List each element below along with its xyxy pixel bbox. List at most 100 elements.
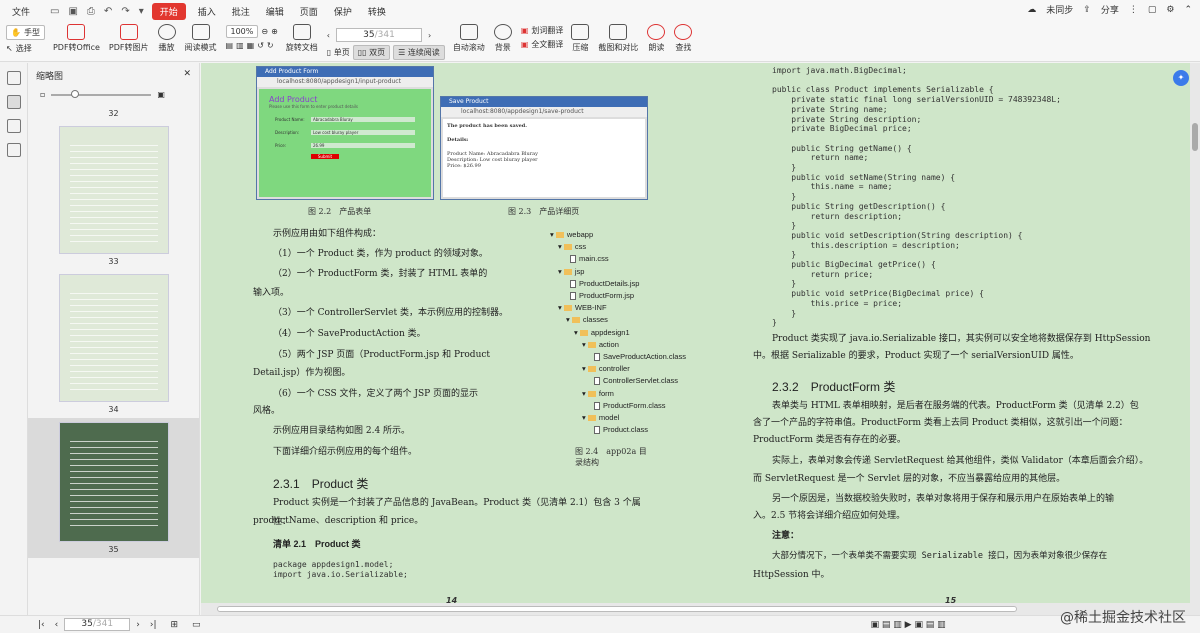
thumbnail-page-34[interactable]: 34 — [28, 270, 199, 418]
open-folder-icon[interactable]: ▭ — [50, 6, 59, 17]
tab-start[interactable]: 开始 — [151, 2, 186, 20]
small-image-icon: ▫ — [40, 90, 46, 99]
thumbnail-page-32[interactable]: 32 — [28, 101, 199, 122]
thumbnail-icon[interactable] — [6, 95, 21, 109]
page-number: 15 — [945, 596, 957, 603]
actual-size-icon[interactable]: ▦ — [247, 41, 255, 50]
thumbnail-size-slider[interactable]: ▫ ▣ — [28, 88, 199, 101]
screenshot-compare-button[interactable]: 截图和对比 — [598, 22, 638, 53]
thumbnail-page-33[interactable]: 33 — [28, 122, 199, 270]
note-title: 注意： — [772, 531, 800, 541]
pdf-convert-icon — [67, 24, 86, 40]
single-page-button[interactable]: ▯ 单页 — [327, 47, 350, 58]
last-page-icon[interactable]: ›| — [150, 620, 157, 630]
tab-edit[interactable]: 编辑 — [262, 4, 288, 19]
zoom-out-icon[interactable]: ⊖ — [261, 27, 268, 36]
next-page-icon[interactable]: › — [136, 620, 140, 630]
folder-icon — [571, 317, 580, 324]
view-mode-icons[interactable]: ▣ ▤ ▥ ▶ ▣ ▤ ▥ — [871, 620, 946, 630]
thumbnail-page-35[interactable]: 35 — [28, 418, 199, 558]
figure-2-3-screenshot: Save Product localhost:8080/appdesign1/s… — [440, 96, 648, 200]
print-icon[interactable]: ⎙ — [87, 6, 95, 17]
rotate-doc-button[interactable]: 旋转文档 — [286, 22, 318, 53]
redo-icon[interactable]: ↷ — [121, 6, 129, 17]
listing-title: 清单 2.1 Product 类 — [273, 539, 361, 549]
attachment-icon[interactable] — [6, 119, 21, 133]
fit-icon[interactable]: ▭ — [192, 620, 201, 630]
folder-icon — [563, 244, 572, 251]
status-bar: |‹ ‹ 35/341 › ›| ⊞ ▭ ▣ ▤ ▥ ▶ ▣ ▤ ▥ — [0, 615, 1200, 633]
search-button[interactable]: 查找 — [674, 22, 693, 53]
undo-icon[interactable]: ↶ — [104, 6, 112, 17]
microphone-icon — [647, 24, 666, 40]
moon-icon — [493, 24, 512, 40]
hand-tool-button[interactable]: ✋ 手型 — [6, 25, 45, 40]
large-image-icon: ▣ — [157, 90, 165, 99]
compress-button[interactable]: 压缩 — [571, 22, 590, 53]
read-aloud-button[interactable]: 朗读 — [647, 22, 666, 53]
folder-icon — [587, 366, 596, 373]
zoom-in-icon[interactable]: ⊕ — [271, 27, 278, 36]
first-page-icon[interactable]: |‹ — [38, 620, 45, 630]
scroll-thumb[interactable] — [1192, 123, 1198, 151]
fit-page-icon[interactable]: ▤ — [226, 41, 234, 50]
section-heading-2-3-1: 2.3.1 Product 类 — [273, 477, 369, 491]
tab-insert[interactable]: 插入 — [194, 4, 220, 19]
fit-width-icon[interactable]: ▥ — [236, 41, 244, 50]
file-icon — [594, 353, 600, 362]
status-page-input[interactable]: 35/341 — [64, 618, 131, 631]
read-mode-button[interactable]: 阅读模式 — [185, 22, 217, 53]
vertical-scrollbar[interactable] — [1190, 63, 1200, 603]
code-block: import java.math.BigDecimal; public clas… — [772, 66, 1061, 328]
horizontal-scrollbar[interactable] — [201, 603, 1200, 615]
pdf-to-office-button[interactable]: PDF转Office — [53, 22, 100, 53]
rotate-left-icon[interactable]: ↺ — [257, 41, 264, 50]
more-icon[interactable]: ⋮ — [1129, 5, 1138, 15]
close-icon[interactable]: ✕ — [183, 69, 191, 82]
file-icon — [594, 377, 600, 386]
dropdown-icon[interactable]: ▾ — [139, 6, 144, 17]
minimize-icon[interactable]: ▢ — [1148, 5, 1157, 15]
tab-annotate[interactable]: 批注 — [228, 4, 254, 19]
save-icon[interactable]: ▣ — [68, 6, 77, 17]
rotate-doc-icon — [292, 24, 311, 40]
auto-scroll-icon — [459, 24, 478, 40]
folder-icon — [555, 232, 564, 239]
settings-icon[interactable]: ⚙ — [1166, 5, 1174, 15]
prev-page-icon[interactable]: ‹ — [55, 620, 59, 630]
word-translate-button[interactable]: ▣ 划词翻译 — [521, 25, 564, 36]
assistant-icon[interactable]: ✦ — [1173, 70, 1189, 86]
prev-page-icon[interactable]: ‹ — [327, 31, 330, 40]
background-button[interactable]: 背景 — [493, 22, 512, 53]
image-icon — [119, 24, 138, 40]
scroll-thumb[interactable] — [217, 606, 1017, 612]
file-menu[interactable]: 文件 — [8, 4, 34, 19]
sync-status[interactable]: 未同步 — [1046, 3, 1073, 16]
collapse-icon[interactable]: ⌃ — [1184, 5, 1192, 15]
add-icon[interactable]: ⊞ — [171, 620, 179, 630]
select-tool-button[interactable]: ↖ 选择 — [6, 43, 45, 54]
share-button[interactable]: 分享 — [1101, 3, 1119, 16]
file-icon — [570, 292, 576, 301]
scissors-icon — [609, 24, 628, 40]
tab-protect[interactable]: 保护 — [330, 4, 356, 19]
rotate-right-icon[interactable]: ↻ — [267, 41, 274, 50]
full-translate-button[interactable]: ▣ 全文翻译 — [521, 39, 564, 50]
tab-convert[interactable]: 转换 — [364, 4, 390, 19]
auto-scroll-button[interactable]: 自动滚动 — [453, 22, 485, 53]
slider-handle[interactable] — [71, 89, 80, 98]
continuous-read-button[interactable]: ☰ 连续阅读 — [393, 45, 445, 60]
next-page-icon[interactable]: › — [428, 31, 431, 40]
page-number: 14 — [446, 596, 458, 603]
zoom-select[interactable]: 100% — [225, 25, 259, 38]
bookmark-icon[interactable] — [6, 71, 21, 85]
document-view[interactable]: Add Product Form localhost:8080/appdesig… — [201, 63, 1200, 603]
page-number-input[interactable]: 35/341 — [335, 28, 422, 42]
translate-icon: ▣ — [520, 26, 529, 35]
signature-icon[interactable] — [6, 143, 21, 157]
pdf-to-image-button[interactable]: PDF转图片 — [109, 22, 149, 53]
play-button[interactable]: 播放 — [157, 22, 176, 53]
double-page-button[interactable]: ▯▯ 双页 — [352, 45, 391, 60]
tab-page[interactable]: 页面 — [296, 4, 322, 19]
cursor-icon: ↖ — [6, 44, 13, 53]
